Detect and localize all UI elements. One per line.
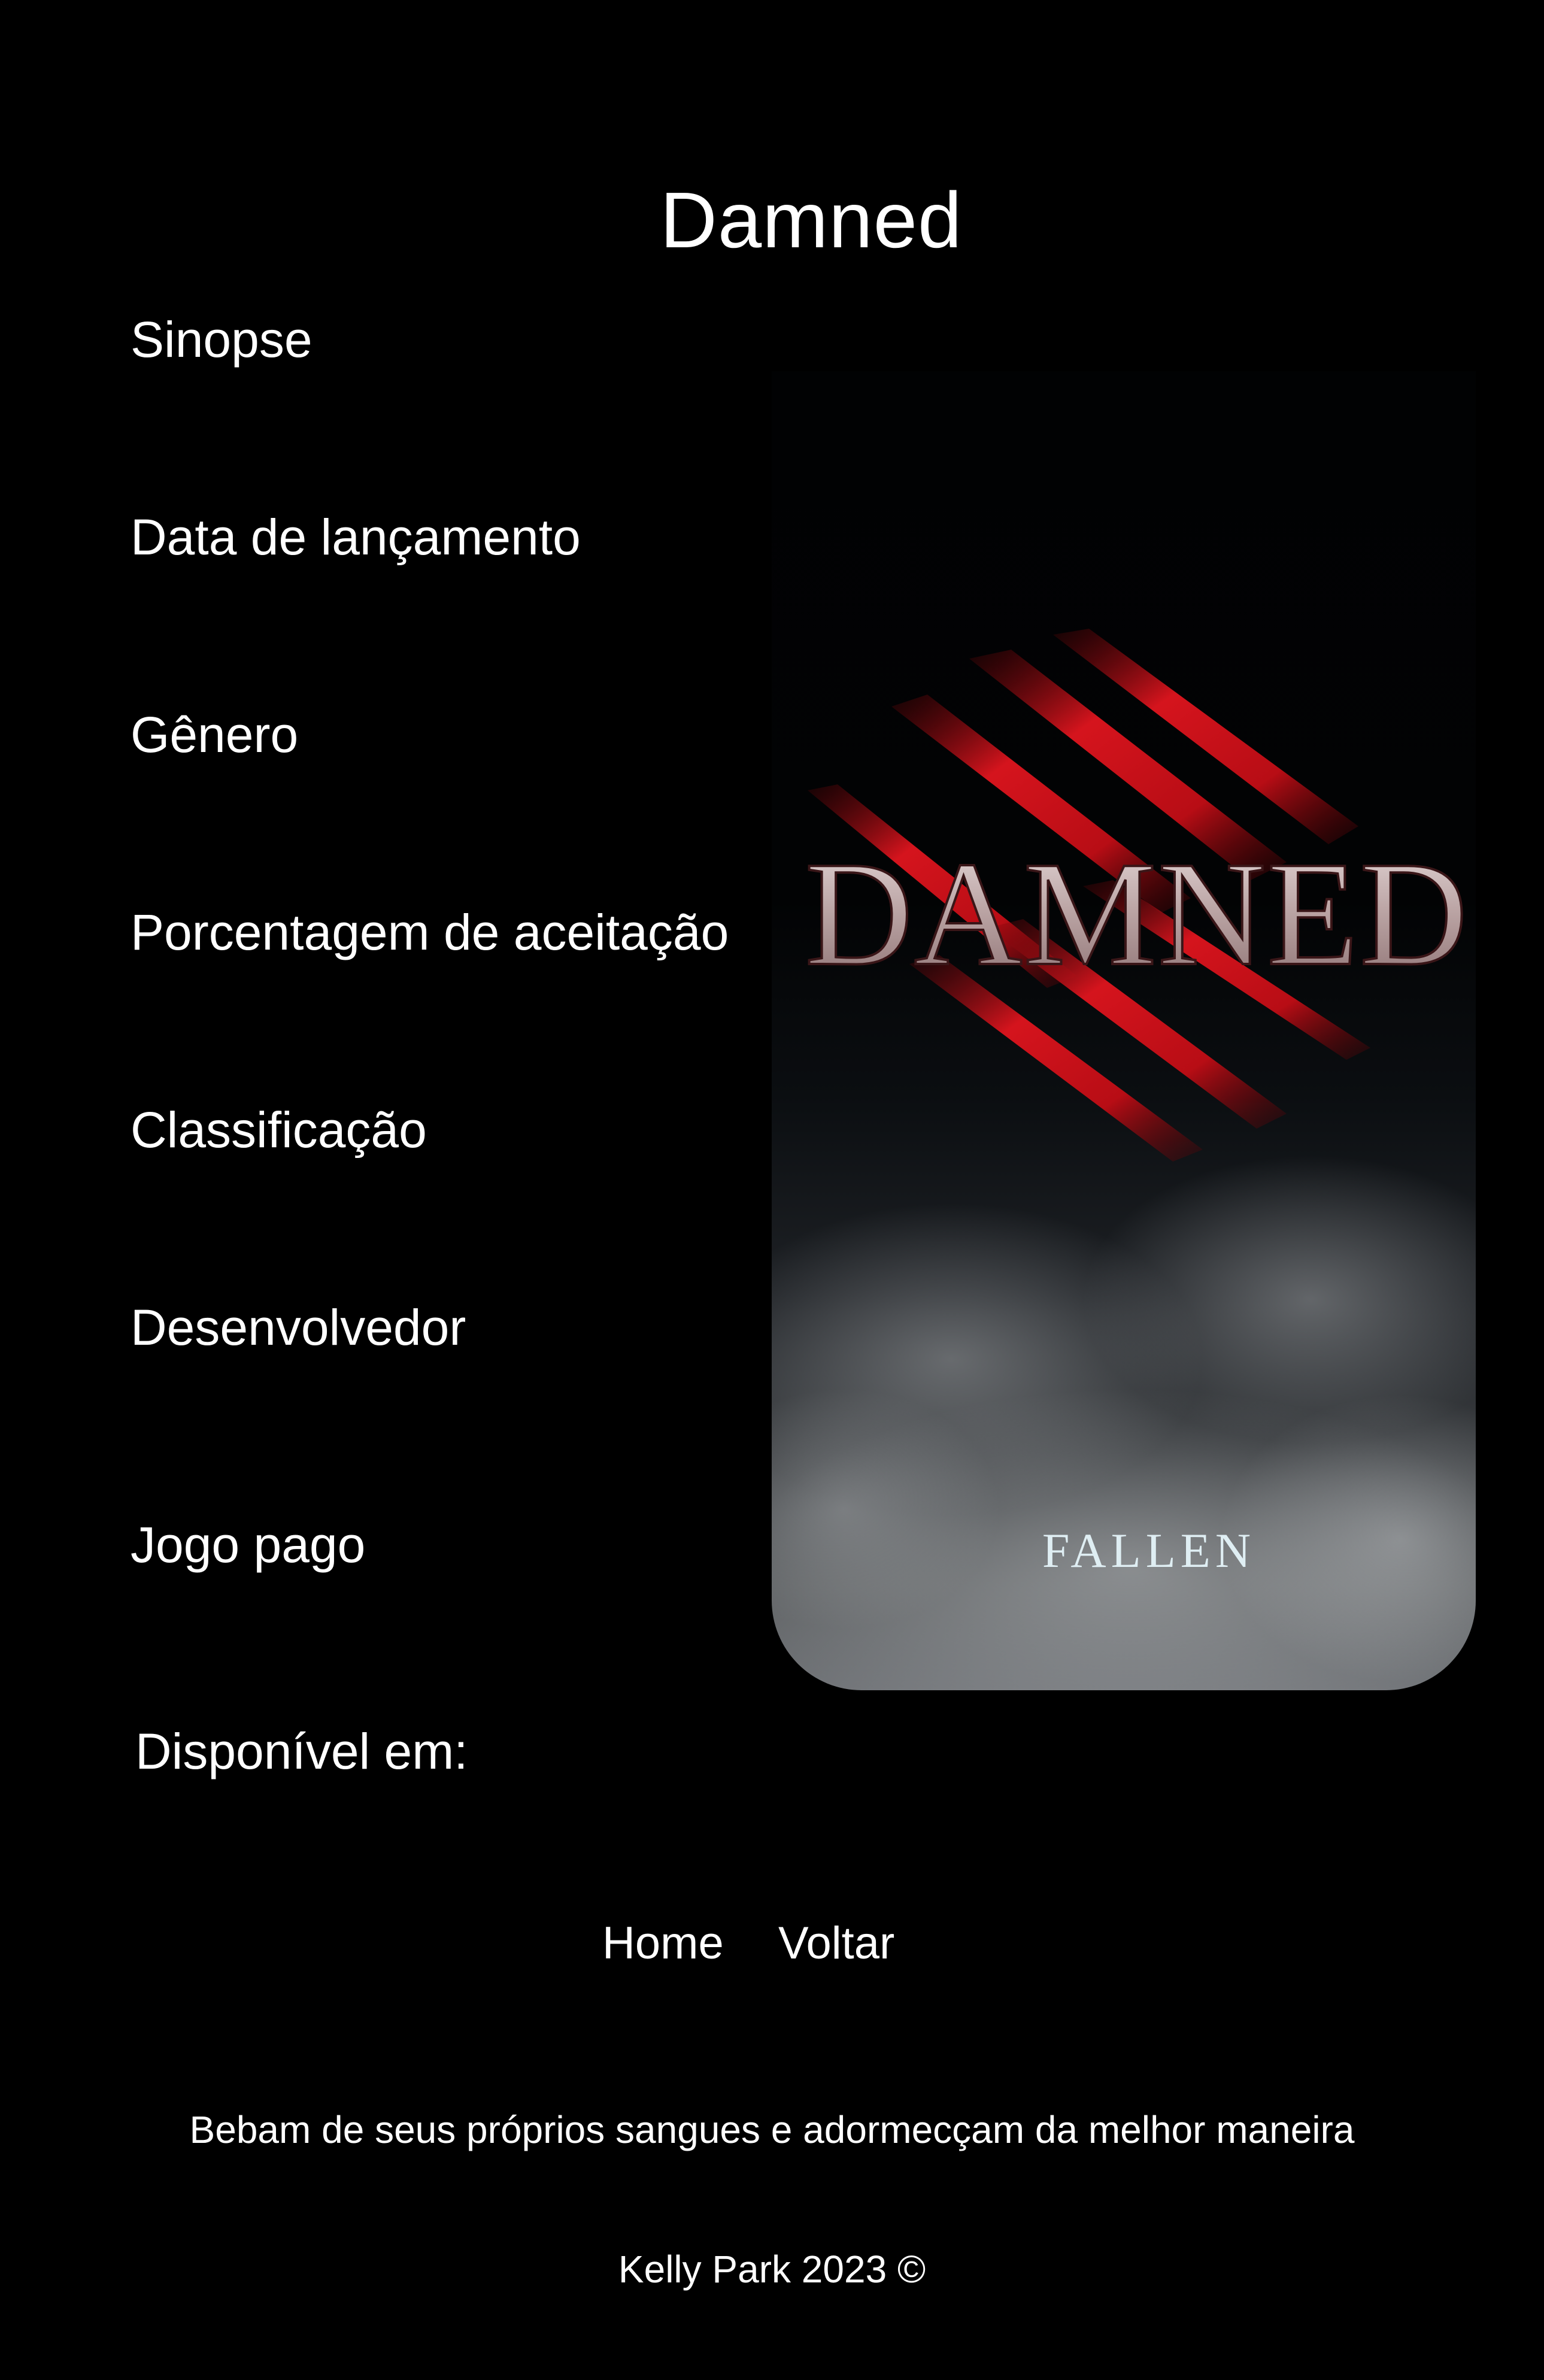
info-label-release-date: Data de lançamento (131, 509, 581, 565)
cover-subtitle-text: FALLEN (1042, 1523, 1255, 1578)
info-label-acceptance: Porcentagem de aceitação (131, 904, 729, 960)
info-label-paid-game: Jogo pago (131, 1517, 366, 1573)
info-label-sinopse: Sinopse (131, 311, 313, 368)
navigation-bar: Home Voltar (0, 1914, 1544, 1973)
footer-quote: Bebam de seus próprios sangues e adormec… (189, 2108, 1355, 2151)
home-link[interactable]: Home (602, 1914, 724, 1973)
footer-credit: Kelly Park 2023 © (618, 2248, 926, 2291)
info-label-developer: Desenvolvedor (131, 1299, 466, 1356)
info-label-genre: Gênero (131, 707, 299, 763)
info-label-rating: Classificação (131, 1102, 427, 1158)
cover-logo-text: DAMNED (805, 831, 1469, 997)
back-link[interactable]: Voltar (778, 1914, 894, 1973)
game-cover-image: DAMNED FALLEN (772, 371, 1476, 1690)
page-title: Damned (660, 176, 963, 265)
cover-art: DAMNED FALLEN (772, 629, 1476, 1690)
info-label-available-on: Disponível em: (135, 1723, 468, 1779)
